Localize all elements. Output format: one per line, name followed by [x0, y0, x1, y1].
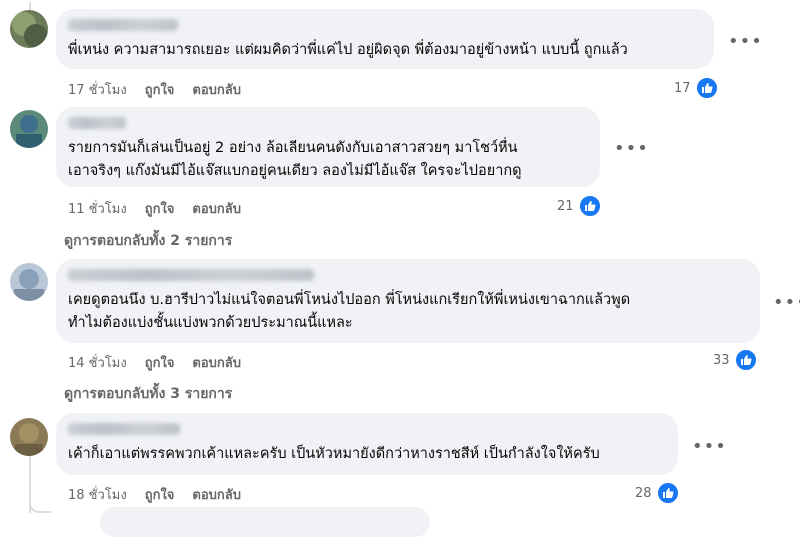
view-replies-label: ดูการตอบกลับทั้ง 2 รายการ — [64, 233, 233, 249]
comment-bubble: เคยดูตอนนึง บ.ฮารีปาวไม่แน่ใจตอนพี่โหน่ง… — [56, 259, 760, 343]
reaction-count[interactable]: 21 — [557, 194, 602, 218]
comment-bubble: รายการมันก็เล่นเป็นอยู่ 2 อย่าง ล้อเลียน… — [56, 107, 600, 187]
reply-button[interactable]: ตอบกลับ — [192, 352, 241, 373]
reply-bubble-partial — [100, 507, 430, 537]
comment-meta: 14 ชั่วโมง ถูกใจ ตอบกลับ — [68, 352, 241, 373]
thumbs-up-icon — [655, 481, 680, 505]
more-options-icon[interactable]: ••• — [773, 294, 800, 312]
reaction-count[interactable]: 28 — [635, 481, 680, 505]
view-replies-link[interactable]: ดูการตอบกลับทั้ง 3 รายการ — [64, 383, 232, 405]
avatar[interactable] — [10, 110, 48, 148]
like-button[interactable]: ถูกใจ — [145, 79, 175, 100]
comment-time[interactable]: 14 ชั่วโมง — [68, 352, 127, 373]
comment-author[interactable] — [68, 423, 180, 435]
reply-connector — [29, 499, 51, 513]
comment-author[interactable] — [68, 117, 126, 129]
comment-text: รายการมันก็เล่นเป็นอยู่ 2 อย่าง ล้อเลียน… — [68, 140, 522, 179]
comment-text: พี่เหน่ง ความสามารถเยอะ แต่ผมคิดว่าพี่แค… — [68, 42, 628, 58]
thumbs-up-icon — [694, 76, 719, 100]
comment-text: เคยดูตอนนึง บ.ฮารีปาวไม่แน่ใจตอนพี่โหน่ง… — [68, 292, 631, 331]
avatar[interactable] — [10, 10, 48, 48]
reply-button[interactable]: ตอบกลับ — [192, 484, 241, 505]
comment-meta: 18 ชั่วโมง ถูกใจ ตอบกลับ — [68, 484, 241, 505]
reaction-number: 17 — [674, 80, 691, 96]
reply-button[interactable]: ตอบกลับ — [192, 79, 241, 100]
comment-meta: 11 ชั่วโมง ถูกใจ ตอบกลับ — [68, 198, 241, 219]
thread-line — [29, 2, 31, 10]
like-button[interactable]: ถูกใจ — [145, 198, 175, 219]
comment-bubble: เค้าก็เอาแต่พรรคพวกเค้าแหละครับ เป็นหัวห… — [56, 413, 678, 475]
thumbs-up-icon — [577, 194, 602, 218]
comment-time[interactable]: 17 ชั่วโมง — [68, 79, 127, 100]
reaction-number: 33 — [713, 352, 730, 368]
like-button[interactable]: ถูกใจ — [145, 484, 175, 505]
more-options-icon[interactable]: ••• — [614, 140, 649, 158]
avatar[interactable] — [10, 418, 48, 456]
view-replies-link[interactable]: ดูการตอบกลับทั้ง 2 รายการ — [64, 230, 232, 252]
comment-bubble: พี่เหน่ง ความสามารถเยอะ แต่ผมคิดว่าพี่แค… — [56, 9, 714, 69]
reaction-number: 21 — [557, 198, 574, 214]
avatar[interactable] — [10, 263, 48, 301]
comment-time[interactable]: 18 ชั่วโมง — [68, 484, 127, 505]
comment-meta: 17 ชั่วโมง ถูกใจ ตอบกลับ — [68, 79, 241, 100]
view-replies-label: ดูการตอบกลับทั้ง 3 รายการ — [64, 386, 233, 402]
comment-author[interactable] — [68, 269, 314, 281]
reply-button[interactable]: ตอบกลับ — [192, 198, 241, 219]
reaction-count[interactable]: 33 — [713, 348, 758, 372]
more-options-icon[interactable]: ••• — [728, 33, 763, 51]
reaction-count[interactable]: 17 — [674, 76, 719, 100]
comment-text: เค้าก็เอาแต่พรรคพวกเค้าแหละครับ เป็นหัวห… — [68, 446, 600, 462]
thumbs-up-icon — [733, 348, 758, 372]
comment-author[interactable] — [68, 19, 178, 31]
more-options-icon[interactable]: ••• — [692, 438, 727, 456]
comment-time[interactable]: 11 ชั่วโมง — [68, 198, 127, 219]
reaction-number: 28 — [635, 485, 652, 501]
like-button[interactable]: ถูกใจ — [145, 352, 175, 373]
